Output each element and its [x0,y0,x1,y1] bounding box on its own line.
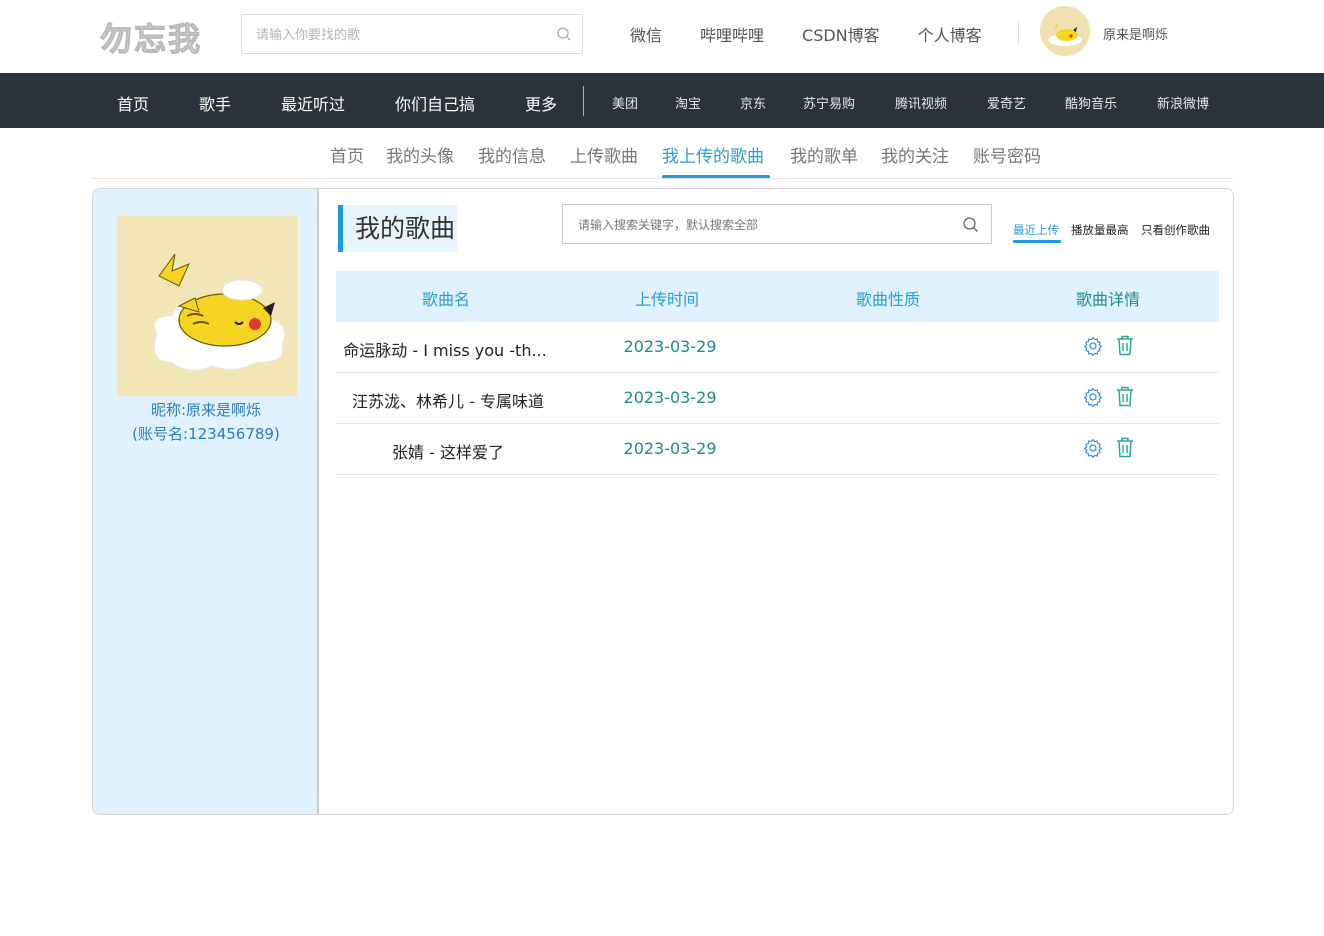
main-nav: 首页 歌手 最近听过 你们自己搞 更多 美团 淘宝 京东 苏宁易购 腾讯视频 爱… [0,73,1324,128]
sort-original-only[interactable]: 只看创作歌曲 [1141,222,1210,238]
delete-trash-icon[interactable] [1115,386,1135,407]
settings-gear-icon[interactable] [1083,438,1103,458]
nav-divider [583,86,584,116]
settings-gear-icon[interactable] [1083,387,1103,407]
table-row: 张婧 - 这样爱了 2023-03-29 [336,424,1219,475]
nav-ext-suning[interactable]: 苏宁易购 [803,93,855,112]
nav-home[interactable]: 首页 [117,91,149,115]
song-name[interactable]: 命运脉动 - I miss you -th... [343,337,546,361]
nav-ext-weibo[interactable]: 新浪微博 [1157,93,1209,112]
table-row: 命运脉动 - I miss you -th... 2023-03-29 [336,322,1219,373]
delete-trash-icon[interactable] [1115,335,1135,356]
col-song-details: 歌曲详情 [1075,290,1141,309]
tab-my-uploads[interactable]: 我上传的歌曲 [662,142,764,167]
profile-sidebar: 昵称:原来是啊烁 (账号名:123456789) [93,189,319,814]
nav-ext-iqiyi[interactable]: 爱奇艺 [987,93,1026,112]
song-search-input[interactable] [578,215,948,235]
sort-most-played[interactable]: 播放量最高 [1071,222,1129,238]
section-title: 我的歌曲 [338,205,458,252]
main-panel: 昵称:原来是啊烁 (账号名:123456789) 我的歌曲 最近上传 播放量最高… [92,188,1234,815]
avatar[interactable] [1040,6,1090,56]
col-upload-time: 上传时间 [634,290,700,309]
table-header: 歌曲名 上传时间 歌曲性质 歌曲详情 [336,271,1219,322]
link-blog[interactable]: 个人博客 [918,22,982,46]
upload-date: 2023-03-29 [623,388,717,407]
tab-avatar[interactable]: 我的头像 [386,142,454,167]
site-logo[interactable]: 勿忘我 [99,14,202,60]
tab-upload-song[interactable]: 上传歌曲 [570,142,638,167]
col-song-name: 歌曲名 [421,290,471,309]
nav-diy[interactable]: 你们自己搞 [395,91,475,115]
nav-ext-taobao[interactable]: 淘宝 [675,93,701,112]
settings-gear-icon[interactable] [1083,336,1103,356]
nav-ext-jd[interactable]: 京东 [740,93,766,112]
upload-date: 2023-03-29 [623,439,717,458]
nav-more[interactable]: 更多 [525,91,557,115]
table-row: 汪苏泷、林希儿 - 专属味道 2023-03-29 [336,373,1219,424]
tab-following[interactable]: 我的关注 [881,142,949,167]
upload-date: 2023-03-29 [623,337,717,356]
search-icon[interactable] [962,216,979,233]
tab-home[interactable]: 首页 [330,142,364,167]
songs-content: 我的歌曲 最近上传 播放量最高 只看创作歌曲 歌曲名 上传时间 歌曲性质 歌曲详… [321,189,1233,814]
top-search-box [241,14,583,54]
top-search-input[interactable] [256,25,546,45]
top-links: 微信 哔哩哔哩 CSDN博客 个人博客 [630,22,1020,46]
username[interactable]: 原来是啊烁 [1103,24,1168,43]
song-name[interactable]: 张婧 - 这样爱了 [392,439,504,463]
profile-avatar[interactable] [117,216,297,396]
nav-singers[interactable]: 歌手 [199,91,231,115]
col-song-nature: 歌曲性质 [855,290,921,309]
sub-tabs: 首页 我的头像 我的信息 上传歌曲 我上传的歌曲 我的歌单 我的关注 账号密码 [0,128,1324,180]
search-icon[interactable] [556,26,572,42]
nickname-label: 昵称:原来是啊烁 [150,401,262,419]
tab-password[interactable]: 账号密码 [973,142,1041,167]
divider [1018,22,1019,44]
link-wechat[interactable]: 微信 [630,22,662,46]
tab-playlists[interactable]: 我的歌单 [790,142,858,167]
top-header: 勿忘我 微信 哔哩哔哩 CSDN博客 个人博客 原来是啊烁 [0,0,1324,73]
nav-ext-tencent-video[interactable]: 腾讯视频 [895,93,947,112]
songs-table: 歌曲名 上传时间 歌曲性质 歌曲详情 命运脉动 - I miss you -th… [336,271,1219,475]
active-sort-indicator [1013,240,1061,243]
link-csdn[interactable]: CSDN博客 [802,22,880,46]
account-label: (账号名:123456789) [132,425,280,443]
pikachu-avatar-icon [1040,6,1090,56]
divider [92,178,1233,179]
nav-ext-kugou[interactable]: 酷狗音乐 [1065,93,1117,112]
tab-info[interactable]: 我的信息 [478,142,546,167]
song-search-box [562,204,992,244]
sort-recent[interactable]: 最近上传 [1013,222,1059,238]
link-bilibili[interactable]: 哔哩哔哩 [700,22,764,46]
nav-ext-meituan[interactable]: 美团 [612,93,638,112]
pikachu-image-icon [117,216,297,396]
nav-recent[interactable]: 最近听过 [281,91,345,115]
delete-trash-icon[interactable] [1115,437,1135,458]
song-name[interactable]: 汪苏泷、林希儿 - 专属味道 [352,388,544,412]
